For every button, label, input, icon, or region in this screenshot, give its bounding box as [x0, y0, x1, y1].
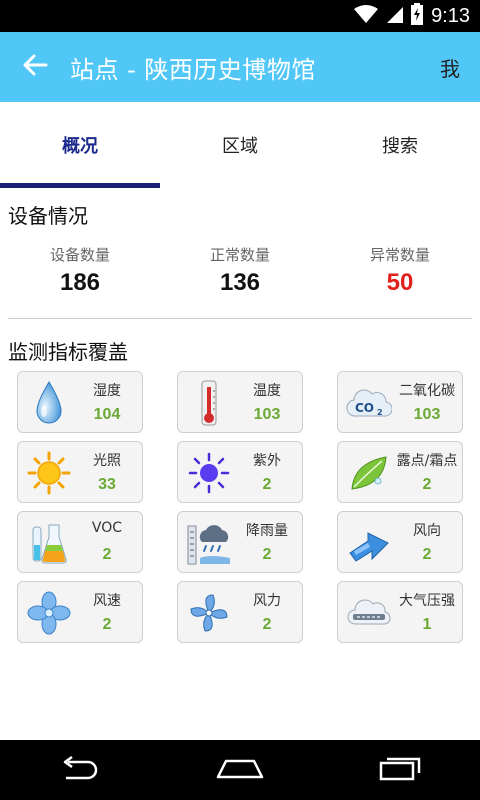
- metric-card-wind-direction[interactable]: 风向 2: [337, 511, 463, 573]
- pinwheel-icon: [184, 588, 234, 638]
- battery-icon: [411, 3, 424, 29]
- metric-name: 露点/霜点: [396, 453, 458, 469]
- metric-name: 风向: [413, 523, 441, 539]
- stat-abnormal: 异常数量 50: [320, 244, 480, 297]
- metric-count: 2: [262, 476, 272, 493]
- status-clock: 9:13: [431, 4, 470, 27]
- stat-normal-value: 136: [219, 269, 261, 296]
- tab-bar: 概况 区域 搜索: [0, 102, 480, 188]
- metric-name: VOC: [91, 520, 123, 536]
- stat-abnormal-value: 50: [386, 269, 414, 296]
- metric-card-wind-speed[interactable]: 风速 2: [17, 581, 143, 643]
- svg-text:CO: CO: [355, 401, 374, 415]
- metric-count: 2: [102, 546, 112, 563]
- page-title: 站点 - 陕西历史博物馆: [70, 55, 316, 84]
- leaf-icon: [344, 448, 394, 498]
- status-bar: 9:13: [0, 0, 480, 32]
- pressure-icon: [344, 588, 394, 638]
- metric-name: 大气压强: [399, 593, 455, 609]
- back-arrow-icon: [22, 52, 48, 82]
- stat-abnormal-label: 异常数量: [369, 246, 430, 264]
- metric-card-rainfall[interactable]: 降雨量 2: [177, 511, 303, 573]
- stat-normal-label: 正常数量: [209, 246, 270, 264]
- metric-name: 降雨量: [246, 523, 288, 539]
- metric-card-voc[interactable]: VOC 2: [17, 511, 143, 573]
- home-nav-button[interactable]: [200, 740, 280, 800]
- metric-card-co2[interactable]: CO 2 二氧化碳 103: [337, 371, 463, 433]
- metric-count: 2: [102, 616, 112, 633]
- system-nav-bar: [0, 740, 480, 800]
- stat-total-value: 186: [59, 269, 101, 296]
- metric-card-humidity[interactable]: 湿度 104: [17, 371, 143, 433]
- tab-area[interactable]: 区域: [160, 102, 320, 188]
- metric-count: 104: [93, 406, 121, 423]
- metric-name: 二氧化碳: [399, 383, 455, 399]
- metric-card-light[interactable]: 光照 33: [17, 441, 143, 503]
- back-nav-icon: [58, 755, 102, 784]
- metric-count: 103: [413, 406, 441, 423]
- stat-total: 设备数量 186: [0, 244, 160, 297]
- co2-cloud-icon: CO 2: [344, 378, 394, 428]
- rain-gauge-icon: [184, 518, 234, 568]
- metric-count: 2: [262, 616, 272, 633]
- svg-text:2: 2: [377, 408, 383, 417]
- tab-overview[interactable]: 概况: [0, 102, 160, 188]
- app-header: 站点 - 陕西历史博物馆 我: [0, 32, 480, 102]
- metric-name: 光照: [93, 453, 121, 469]
- stat-normal: 正常数量 136: [160, 244, 320, 297]
- stat-total-label: 设备数量: [49, 246, 110, 264]
- metric-card-temperature[interactable]: 温度 103: [177, 371, 303, 433]
- metric-card-uv[interactable]: 紫外 2: [177, 441, 303, 503]
- sun-icon: [24, 448, 74, 498]
- back-nav-button[interactable]: [40, 740, 120, 800]
- wind-arrow-icon: [344, 518, 394, 568]
- metric-count: 2: [422, 476, 432, 493]
- uv-sun-icon: [184, 448, 234, 498]
- signal-icon: [385, 4, 405, 28]
- recents-nav-button[interactable]: [360, 740, 440, 800]
- thermometer-icon: [184, 378, 234, 428]
- me-button[interactable]: 我: [420, 53, 480, 82]
- tab-search[interactable]: 搜索: [320, 102, 480, 188]
- water-drop-icon: [24, 378, 74, 428]
- metric-count: 2: [262, 546, 272, 563]
- section-divider: [8, 318, 472, 319]
- metric-name: 风力: [253, 593, 281, 609]
- back-button[interactable]: [0, 32, 70, 102]
- home-nav-icon: [216, 757, 264, 783]
- metric-count: 33: [98, 476, 116, 493]
- metric-count: 2: [422, 546, 432, 563]
- fan-icon: [24, 588, 74, 638]
- metric-card-pressure[interactable]: 大气压强 1: [337, 581, 463, 643]
- flask-icon: [24, 518, 74, 568]
- metric-name: 风速: [93, 593, 121, 609]
- monitor-section-title: 监测指标覆盖: [8, 340, 128, 364]
- metric-card-dewpoint[interactable]: 露点/霜点 2: [337, 441, 463, 503]
- recents-nav-icon: [377, 755, 423, 785]
- metric-name: 湿度: [93, 383, 121, 399]
- metric-name: 紫外: [253, 453, 281, 469]
- metric-name: 温度: [253, 383, 281, 399]
- metric-count: 103: [253, 406, 281, 423]
- metric-count: 1: [422, 616, 432, 633]
- device-section-title: 设备情况: [8, 204, 88, 228]
- wifi-icon: [353, 4, 379, 28]
- metric-card-wind-force[interactable]: 风力 2: [177, 581, 303, 643]
